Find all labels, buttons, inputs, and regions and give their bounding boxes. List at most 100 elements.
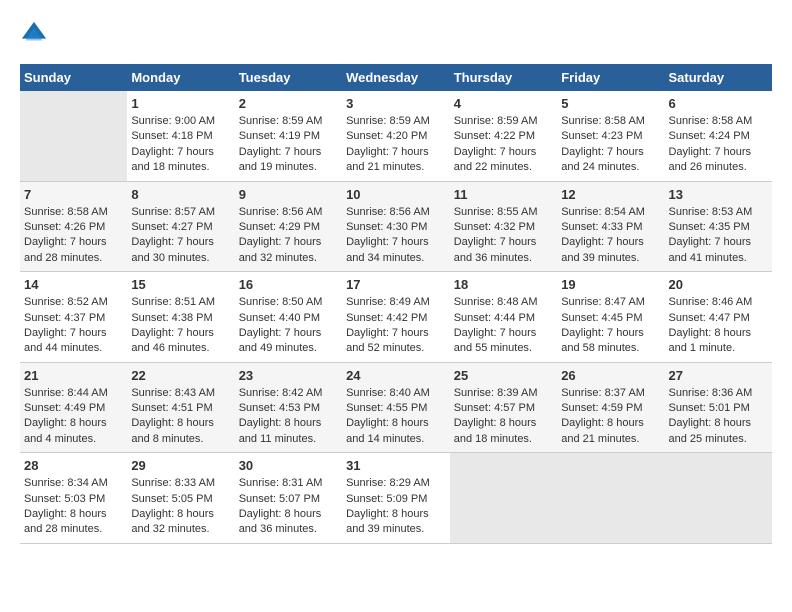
day-info: Sunrise: 8:46 AMSunset: 4:47 PMDaylight:…	[668, 295, 768, 357]
day-info: Sunrise: 9:00 AMSunset: 4:18 PMDaylight:…	[131, 114, 230, 176]
day-info: Sunrise: 8:31 AMSunset: 5:07 PMDaylight:…	[239, 476, 338, 538]
day-info: Sunrise: 8:58 AMSunset: 4:24 PMDaylight:…	[668, 114, 768, 176]
day-number: 26	[561, 368, 660, 383]
weekday-header: Monday	[127, 64, 234, 91]
day-number: 7	[24, 187, 123, 202]
day-info: Sunrise: 8:53 AMSunset: 4:35 PMDaylight:…	[668, 205, 768, 267]
day-info: Sunrise: 8:57 AMSunset: 4:27 PMDaylight:…	[131, 205, 230, 267]
day-info: Sunrise: 8:33 AMSunset: 5:05 PMDaylight:…	[131, 476, 230, 538]
day-info: Sunrise: 8:56 AMSunset: 4:30 PMDaylight:…	[346, 205, 446, 267]
calendar-cell: 4 Sunrise: 8:59 AMSunset: 4:22 PMDayligh…	[450, 91, 557, 181]
calendar-cell: 17 Sunrise: 8:49 AMSunset: 4:42 PMDaylig…	[342, 272, 450, 363]
calendar-cell: 16 Sunrise: 8:50 AMSunset: 4:40 PMDaylig…	[235, 272, 342, 363]
day-info: Sunrise: 8:51 AMSunset: 4:38 PMDaylight:…	[131, 295, 230, 357]
day-info: Sunrise: 8:39 AMSunset: 4:57 PMDaylight:…	[454, 386, 553, 448]
day-info: Sunrise: 8:42 AMSunset: 4:53 PMDaylight:…	[239, 386, 338, 448]
day-info: Sunrise: 8:47 AMSunset: 4:45 PMDaylight:…	[561, 295, 660, 357]
calendar-cell: 29 Sunrise: 8:33 AMSunset: 5:05 PMDaylig…	[127, 453, 234, 544]
calendar-cell: 5 Sunrise: 8:58 AMSunset: 4:23 PMDayligh…	[557, 91, 664, 181]
calendar-cell: 31 Sunrise: 8:29 AMSunset: 5:09 PMDaylig…	[342, 453, 450, 544]
day-number: 19	[561, 277, 660, 292]
day-info: Sunrise: 8:37 AMSunset: 4:59 PMDaylight:…	[561, 386, 660, 448]
calendar-cell	[450, 453, 557, 544]
calendar-cell: 13 Sunrise: 8:53 AMSunset: 4:35 PMDaylig…	[664, 181, 772, 272]
calendar-cell: 6 Sunrise: 8:58 AMSunset: 4:24 PMDayligh…	[664, 91, 772, 181]
day-number: 18	[454, 277, 553, 292]
day-info: Sunrise: 8:56 AMSunset: 4:29 PMDaylight:…	[239, 205, 338, 267]
calendar-week-row: 1 Sunrise: 9:00 AMSunset: 4:18 PMDayligh…	[20, 91, 772, 181]
logo	[20, 20, 52, 48]
page-header	[20, 20, 772, 48]
day-number: 17	[346, 277, 446, 292]
day-info: Sunrise: 8:40 AMSunset: 4:55 PMDaylight:…	[346, 386, 446, 448]
day-number: 3	[346, 96, 446, 111]
calendar-cell: 2 Sunrise: 8:59 AMSunset: 4:19 PMDayligh…	[235, 91, 342, 181]
weekday-header: Tuesday	[235, 64, 342, 91]
day-info: Sunrise: 8:59 AMSunset: 4:22 PMDaylight:…	[454, 114, 553, 176]
day-info: Sunrise: 8:52 AMSunset: 4:37 PMDaylight:…	[24, 295, 123, 357]
day-info: Sunrise: 8:54 AMSunset: 4:33 PMDaylight:…	[561, 205, 660, 267]
day-info: Sunrise: 8:55 AMSunset: 4:32 PMDaylight:…	[454, 205, 553, 267]
calendar-cell: 7 Sunrise: 8:58 AMSunset: 4:26 PMDayligh…	[20, 181, 127, 272]
calendar-cell: 3 Sunrise: 8:59 AMSunset: 4:20 PMDayligh…	[342, 91, 450, 181]
day-number: 8	[131, 187, 230, 202]
calendar-cell: 14 Sunrise: 8:52 AMSunset: 4:37 PMDaylig…	[20, 272, 127, 363]
calendar-week-row: 7 Sunrise: 8:58 AMSunset: 4:26 PMDayligh…	[20, 181, 772, 272]
day-number: 31	[346, 458, 446, 473]
day-number: 13	[668, 187, 768, 202]
day-number: 21	[24, 368, 123, 383]
calendar-cell: 18 Sunrise: 8:48 AMSunset: 4:44 PMDaylig…	[450, 272, 557, 363]
day-number: 24	[346, 368, 446, 383]
calendar-header: SundayMondayTuesdayWednesdayThursdayFrid…	[20, 64, 772, 91]
calendar-cell: 27 Sunrise: 8:36 AMSunset: 5:01 PMDaylig…	[664, 362, 772, 453]
calendar-cell	[20, 91, 127, 181]
day-info: Sunrise: 8:59 AMSunset: 4:19 PMDaylight:…	[239, 114, 338, 176]
weekday-header: Sunday	[20, 64, 127, 91]
calendar-cell: 12 Sunrise: 8:54 AMSunset: 4:33 PMDaylig…	[557, 181, 664, 272]
day-number: 4	[454, 96, 553, 111]
calendar-cell: 21 Sunrise: 8:44 AMSunset: 4:49 PMDaylig…	[20, 362, 127, 453]
calendar-cell: 25 Sunrise: 8:39 AMSunset: 4:57 PMDaylig…	[450, 362, 557, 453]
calendar-cell	[664, 453, 772, 544]
calendar-week-row: 14 Sunrise: 8:52 AMSunset: 4:37 PMDaylig…	[20, 272, 772, 363]
calendar-cell	[557, 453, 664, 544]
calendar-cell: 23 Sunrise: 8:42 AMSunset: 4:53 PMDaylig…	[235, 362, 342, 453]
day-number: 23	[239, 368, 338, 383]
weekday-header: Thursday	[450, 64, 557, 91]
day-number: 10	[346, 187, 446, 202]
day-number: 14	[24, 277, 123, 292]
calendar-cell: 28 Sunrise: 8:34 AMSunset: 5:03 PMDaylig…	[20, 453, 127, 544]
weekday-header: Wednesday	[342, 64, 450, 91]
calendar-week-row: 28 Sunrise: 8:34 AMSunset: 5:03 PMDaylig…	[20, 453, 772, 544]
day-number: 30	[239, 458, 338, 473]
day-info: Sunrise: 8:59 AMSunset: 4:20 PMDaylight:…	[346, 114, 446, 176]
day-info: Sunrise: 8:43 AMSunset: 4:51 PMDaylight:…	[131, 386, 230, 448]
calendar-cell: 8 Sunrise: 8:57 AMSunset: 4:27 PMDayligh…	[127, 181, 234, 272]
day-info: Sunrise: 8:36 AMSunset: 5:01 PMDaylight:…	[668, 386, 768, 448]
day-info: Sunrise: 8:49 AMSunset: 4:42 PMDaylight:…	[346, 295, 446, 357]
calendar-cell: 19 Sunrise: 8:47 AMSunset: 4:45 PMDaylig…	[557, 272, 664, 363]
day-number: 16	[239, 277, 338, 292]
day-info: Sunrise: 8:29 AMSunset: 5:09 PMDaylight:…	[346, 476, 446, 538]
calendar-cell: 10 Sunrise: 8:56 AMSunset: 4:30 PMDaylig…	[342, 181, 450, 272]
day-number: 27	[668, 368, 768, 383]
calendar-cell: 11 Sunrise: 8:55 AMSunset: 4:32 PMDaylig…	[450, 181, 557, 272]
day-number: 11	[454, 187, 553, 202]
day-number: 22	[131, 368, 230, 383]
day-number: 6	[668, 96, 768, 111]
day-info: Sunrise: 8:58 AMSunset: 4:26 PMDaylight:…	[24, 205, 123, 267]
day-info: Sunrise: 8:58 AMSunset: 4:23 PMDaylight:…	[561, 114, 660, 176]
calendar-cell: 24 Sunrise: 8:40 AMSunset: 4:55 PMDaylig…	[342, 362, 450, 453]
day-info: Sunrise: 8:34 AMSunset: 5:03 PMDaylight:…	[24, 476, 123, 538]
day-info: Sunrise: 8:44 AMSunset: 4:49 PMDaylight:…	[24, 386, 123, 448]
calendar-cell: 9 Sunrise: 8:56 AMSunset: 4:29 PMDayligh…	[235, 181, 342, 272]
day-number: 5	[561, 96, 660, 111]
weekday-header: Friday	[557, 64, 664, 91]
calendar-cell: 26 Sunrise: 8:37 AMSunset: 4:59 PMDaylig…	[557, 362, 664, 453]
day-number: 20	[668, 277, 768, 292]
calendar-cell: 1 Sunrise: 9:00 AMSunset: 4:18 PMDayligh…	[127, 91, 234, 181]
day-number: 12	[561, 187, 660, 202]
day-info: Sunrise: 8:50 AMSunset: 4:40 PMDaylight:…	[239, 295, 338, 357]
day-number: 9	[239, 187, 338, 202]
calendar-cell: 22 Sunrise: 8:43 AMSunset: 4:51 PMDaylig…	[127, 362, 234, 453]
